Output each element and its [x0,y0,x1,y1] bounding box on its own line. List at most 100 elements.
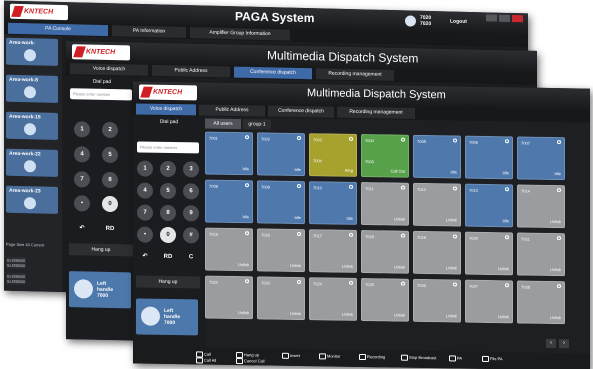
key-8[interactable]: 8 [160,204,176,222]
extension-tile[interactable]: 7026 Unlink [413,278,461,323]
key-4[interactable]: 4 [74,146,90,163]
extension-tile[interactable]: 7011 Unlink [361,181,409,226]
key-hash[interactable]: # [183,227,199,244]
key-6[interactable]: 6 [183,183,199,200]
tile-settings-icon[interactable] [401,233,405,238]
tile-settings-icon[interactable] [349,136,353,141]
key-star[interactable]: • [74,195,90,212]
key-clear[interactable]: C [183,249,199,265]
group-tab-all-users[interactable]: All users [205,118,241,130]
key-9[interactable]: 9 [183,205,199,222]
tile-settings-icon[interactable] [401,281,405,286]
extension-tile[interactable]: 7023 Unlink [257,276,305,321]
tile-settings-icon[interactable] [453,234,457,239]
extension-tile[interactable]: 7012 Unlink [413,182,461,227]
tile-settings-icon[interactable] [297,183,301,189]
tile-settings-icon[interactable] [349,184,353,189]
hang-up-button[interactable]: Hang up [69,243,133,257]
key-1[interactable]: 1 [74,121,90,138]
cancel-call-button[interactable]: Cancel Call [236,358,264,365]
key-star[interactable]: • [137,226,153,243]
area-button[interactable]: Area-work-23 [6,185,58,214]
key-rd[interactable]: RD [102,221,118,237]
tab-conference-dispatch[interactable]: Conference dispatch [268,105,334,118]
left-handle-card[interactable]: Left handle 7000 [136,298,198,336]
tab-public-address[interactable]: Public Address [199,104,265,117]
tab-voice-dispatch[interactable]: Voice dispatch [136,103,196,116]
extension-tile[interactable]: 7009 Idle [257,180,305,225]
extension-tile[interactable]: 7001 Idle [205,131,253,176]
tab-recording-management[interactable]: Recording management [337,106,415,119]
tile-settings-icon[interactable] [245,279,249,284]
group-tab-group-1[interactable]: group-1 [243,119,271,130]
stop-broadcast-button[interactable]: Stop Broadcast [401,354,436,362]
extension-tile[interactable]: 7028 Unlink [517,280,565,325]
hang-up-button[interactable]: Hang up [136,275,200,289]
tile-settings-icon[interactable] [505,235,509,240]
tile-settings-icon[interactable] [245,135,249,140]
tab-conference-dispatch[interactable]: Conference dispatch [234,66,312,80]
file-pa-button[interactable]: File PA [482,355,503,363]
tile-settings-icon[interactable] [453,186,457,191]
key-3[interactable]: 3 [183,161,199,178]
tile-settings-icon[interactable] [453,282,457,287]
extension-tile[interactable]: 7010 Idle [309,181,357,225]
tile-settings-icon[interactable] [557,188,561,193]
key-7[interactable]: 7 [74,171,90,188]
key-7[interactable]: 7 [137,204,153,221]
area-button[interactable]: Area-work-8 [6,74,58,103]
area-button[interactable]: Area-work- [6,37,58,66]
key-2[interactable]: 2 [160,160,176,178]
tab-pa-information[interactable]: PA Information [112,25,186,39]
area-button[interactable]: Area-work-22 [6,148,58,177]
extension-tile[interactable]: 7019 Unlink [413,230,461,275]
tile-settings-icon[interactable] [349,280,353,285]
extension-tile[interactable]: 7016 Unlink [257,228,305,273]
tile-settings-icon[interactable] [557,140,561,145]
extension-tile[interactable]: 7006 Idle [465,135,513,180]
extension-tile[interactable]: 7002 Idle [257,132,305,177]
key-rd[interactable]: RD [160,249,176,265]
extension-tile[interactable]: 7015 Unlink [205,227,253,272]
key-5[interactable]: 5 [160,182,176,200]
extension-tile[interactable]: 7022 Unlink [205,275,253,320]
extension-tile[interactable]: 7020 Unlink [465,231,513,276]
pa-button[interactable]: PA [449,355,462,362]
extension-tile[interactable]: 7021 Unlink [517,232,565,277]
tile-settings-icon[interactable] [245,183,249,188]
call-all-button[interactable]: Call All [196,357,216,364]
tile-settings-icon[interactable] [505,139,509,144]
redial-arrow-icon[interactable]: ↶ [137,248,153,264]
monitor-button[interactable]: Monitor [319,353,340,360]
extension-tile[interactable]: 7024 Unlink [309,277,357,321]
tile-settings-icon[interactable] [453,138,457,143]
extension-tile[interactable]: 7008 Idle [205,179,253,224]
tile-settings-icon[interactable] [401,137,405,142]
left-handle-card[interactable]: Left handle 7000 [69,271,131,309]
extension-tile[interactable]: 7018 Unlink [361,229,409,274]
extension-tile[interactable]: 7014 Unlink [517,184,565,229]
tab-public-address[interactable]: Public Address [152,64,230,78]
page-prev-icon[interactable]: ‹ [546,338,556,349]
key-1[interactable]: 1 [137,160,153,177]
key-0[interactable]: 0 [160,226,176,244]
key-0[interactable]: 0 [102,195,118,213]
tile-settings-icon[interactable] [557,284,561,289]
tile-settings-icon[interactable] [297,279,301,285]
extension-tile[interactable]: 7003 7004 Ring [309,133,357,177]
tile-settings-icon[interactable] [349,232,353,237]
tab-recording-management[interactable]: Recording management [316,68,394,81]
minimize-icon[interactable] [486,14,497,22]
tile-settings-icon[interactable] [245,231,249,236]
key-2[interactable]: 2 [102,121,118,139]
tile-settings-icon[interactable] [297,135,301,141]
number-input[interactable]: Please enter number [137,141,199,154]
tile-settings-icon[interactable] [557,236,561,241]
extension-tile[interactable]: 7004 7003 Call Out [361,133,409,178]
key-8[interactable]: 8 [102,171,118,189]
tab-amplifier-group[interactable]: Amplifier Group Information [190,27,290,41]
insert-button[interactable]: Insert [282,352,300,359]
logout-link[interactable]: Logout [450,18,467,24]
tab-voice-dispatch[interactable]: Voice dispatch [70,63,148,76]
recording-button[interactable]: Recording [359,353,385,361]
